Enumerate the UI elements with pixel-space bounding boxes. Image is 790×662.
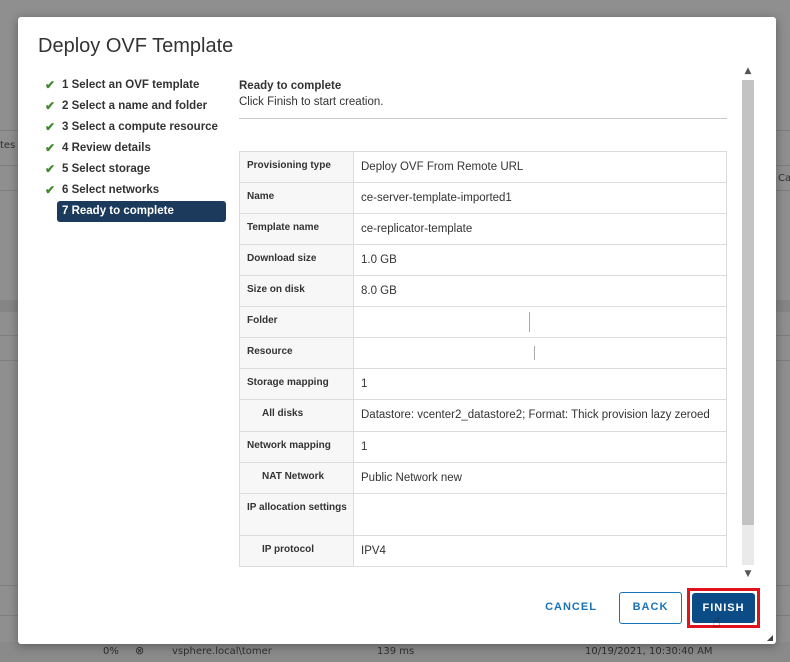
- row-key: All disks: [239, 399, 354, 432]
- table-row: Size on disk 8.0 GB: [239, 275, 727, 307]
- check-icon: ✔: [45, 183, 56, 197]
- dialog-title: Deploy OVF Template: [38, 35, 234, 57]
- table-row: NAT Network Public Network new: [239, 462, 727, 494]
- row-value: ce-replicator-template: [353, 213, 727, 245]
- row-value: Deploy OVF From Remote URL: [353, 151, 727, 183]
- row-value: 1: [353, 431, 727, 463]
- step-label: 3 Select a compute resource: [62, 121, 218, 133]
- table-row: Network mapping 1: [239, 431, 727, 463]
- step-7-active[interactable]: 7 Ready to complete: [57, 201, 226, 222]
- chevron-down-icon[interactable]: ▼: [740, 567, 756, 581]
- mouse-pointer-icon: ☝: [712, 615, 721, 631]
- row-key: Size on disk: [239, 275, 354, 307]
- wizard-steps: ✔ 1 Select an OVF template ✔ 2 Select a na…: [40, 75, 226, 222]
- check-icon: ✔: [45, 99, 56, 113]
- step-label: 1 Select an OVF template: [62, 79, 200, 91]
- row-value: 8.0 GB: [353, 275, 727, 307]
- cancel-task-icon: ⊗: [135, 644, 145, 657]
- row-key: Network mapping: [239, 431, 354, 463]
- background-progress: 0%: [103, 646, 119, 657]
- summary-table: Provisioning type Deploy OVF From Remote …: [239, 151, 727, 567]
- row-key: Resource: [239, 337, 354, 369]
- divider: [239, 118, 727, 119]
- background-user: vsphere.local\tomer: [172, 646, 272, 657]
- check-icon: ✔: [45, 120, 56, 134]
- check-icon: ✔: [45, 162, 56, 176]
- row-key: Folder: [239, 306, 354, 338]
- finish-button[interactable]: FINISH: [692, 593, 755, 623]
- table-row: Storage mapping 1: [239, 368, 727, 400]
- row-value: 1: [353, 368, 727, 400]
- step-1[interactable]: ✔ 1 Select an OVF template: [40, 75, 225, 96]
- background-text: tes: [0, 140, 16, 151]
- row-value: [353, 493, 727, 536]
- step-content: Ready to complete Click Finish to start …: [239, 75, 727, 567]
- step-label: 5 Select storage: [62, 163, 151, 175]
- cancel-button[interactable]: CANCEL: [536, 592, 606, 622]
- row-key: Provisioning type: [239, 151, 354, 183]
- background-task-row: 0% ⊗ vsphere.local\tomer 139 ms 10/19/20…: [0, 642, 790, 662]
- scrollbar-track[interactable]: [742, 80, 754, 565]
- text-cursor: [534, 346, 535, 360]
- step-label: 4 Review details: [62, 142, 151, 154]
- chevron-up-icon[interactable]: ▲: [740, 64, 756, 78]
- row-value: Public Network new: [353, 462, 727, 494]
- content-scrollbar[interactable]: ▲ ▼: [740, 64, 756, 581]
- row-key: IP protocol: [239, 535, 354, 567]
- scrollbar-thumb[interactable]: [742, 80, 754, 525]
- table-row: Download size 1.0 GB: [239, 244, 727, 276]
- table-row: Template name ce-replicator-template: [239, 213, 727, 245]
- step-label: 6 Select networks: [62, 184, 160, 196]
- step-label: 7 Ready to complete: [62, 205, 174, 217]
- table-row: Resource: [239, 337, 727, 369]
- deploy-ovf-dialog: Deploy OVF Template ✔ 1 Select an OVF tem…: [18, 17, 776, 644]
- row-key: Download size: [239, 244, 354, 276]
- row-key: NAT Network: [239, 462, 354, 494]
- row-value: Datastore: vcenter2_datastore2; Format: …: [353, 399, 727, 432]
- table-row: All disks Datastore: vcenter2_datastore2;…: [239, 399, 727, 432]
- step-5[interactable]: ✔ 5 Select storage: [40, 159, 225, 180]
- step-2[interactable]: ✔ 2 Select a name and folder: [40, 96, 225, 117]
- row-key: Storage mapping: [239, 368, 354, 400]
- table-row: Name ce-server-template-imported1: [239, 182, 727, 214]
- background-duration: 139 ms: [377, 646, 415, 657]
- row-value-folder: [353, 306, 727, 338]
- step-4[interactable]: ✔ 4 Review details: [40, 138, 225, 159]
- check-icon: ✔: [45, 141, 56, 155]
- summary-table-viewport: Provisioning type Deploy OVF From Remote …: [239, 151, 727, 639]
- row-key: IP allocation settings: [239, 493, 354, 536]
- step-6[interactable]: ✔ 6 Select networks: [40, 180, 225, 201]
- table-row: Provisioning type Deploy OVF From Remote …: [239, 151, 727, 183]
- row-value: 1.0 GB: [353, 244, 727, 276]
- table-row: IP allocation settings: [239, 493, 727, 536]
- row-value-resource: [353, 337, 727, 369]
- row-value: ce-server-template-imported1: [353, 182, 727, 214]
- row-value: IPV4: [353, 535, 727, 567]
- table-row: IP protocol IPV4: [239, 535, 727, 567]
- background-text: Ca: [778, 173, 790, 184]
- step-3[interactable]: ✔ 3 Select a compute resource: [40, 117, 225, 138]
- row-key: Name: [239, 182, 354, 214]
- text-cursor: [529, 312, 530, 332]
- step-label: 2 Select a name and folder: [62, 100, 208, 112]
- background-timestamp: 10/19/2021, 10:30:40 AM: [585, 646, 713, 657]
- row-key: Template name: [239, 213, 354, 245]
- resize-handle[interactable]: [767, 635, 773, 641]
- content-subheading: Click Finish to start creation.: [239, 96, 384, 108]
- back-button[interactable]: BACK: [619, 592, 682, 624]
- content-heading: Ready to complete: [239, 80, 342, 92]
- table-row: Folder: [239, 306, 727, 338]
- check-icon: ✔: [45, 78, 56, 92]
